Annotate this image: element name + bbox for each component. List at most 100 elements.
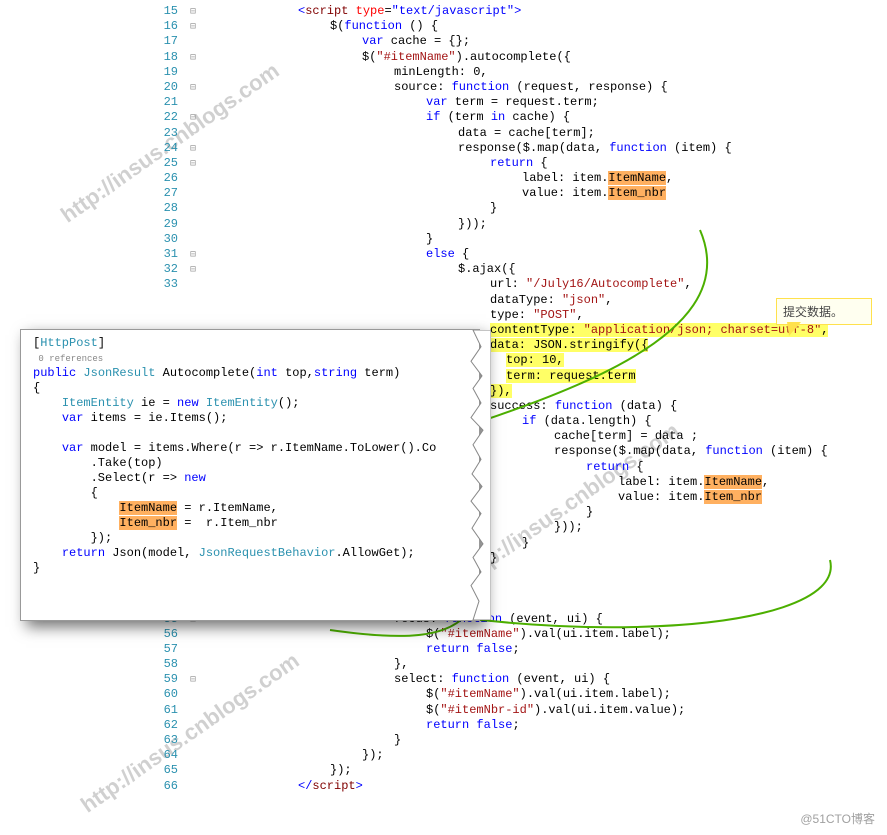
line-number: 61 xyxy=(140,703,184,718)
line-number: 32 xyxy=(140,262,184,277)
code-text[interactable]: type: "POST", xyxy=(202,308,584,323)
line-number: 30 xyxy=(140,232,184,247)
code-text[interactable]: </script> xyxy=(202,779,363,794)
code-line: 16⊟$(function () { xyxy=(0,19,887,34)
callout-text: 提交数据。 xyxy=(783,305,843,319)
line-number: 29 xyxy=(140,217,184,232)
line-number: 25 xyxy=(140,156,184,171)
code-line: 64}); xyxy=(0,748,887,763)
code-line: 65}); xyxy=(0,763,887,778)
line-number: 17 xyxy=(140,34,184,49)
code-text[interactable]: response($.map(data, function (item) { xyxy=(202,141,732,156)
code-line: 18⊟$("#itemName").autocomplete({ xyxy=(0,50,887,65)
code-text[interactable]: $("#itemName").val(ui.item.label); xyxy=(202,627,671,642)
fold-gutter[interactable]: ⊟ xyxy=(184,157,202,172)
code-text[interactable]: <script type="text/javascript"> xyxy=(202,4,521,19)
code-text[interactable]: return false; xyxy=(202,642,520,657)
code-line: 21var term = request.term; xyxy=(0,95,887,110)
code-line: 25⊟return { xyxy=(0,156,887,171)
line-number: 31 xyxy=(140,247,184,262)
popup-code-line: ItemName = r.ItemName, xyxy=(33,501,473,516)
line-number: 26 xyxy=(140,171,184,186)
code-line: 61 $("#itemNbr-id").val(ui.item.value); xyxy=(0,703,887,718)
code-line: 22⊟if (term in cache) { xyxy=(0,110,887,125)
line-number: 27 xyxy=(140,186,184,201)
code-line: 32⊟$.ajax({ xyxy=(0,262,887,277)
code-text[interactable]: }, xyxy=(202,657,408,672)
line-number: 56 xyxy=(140,627,184,642)
line-number: 58 xyxy=(140,657,184,672)
code-text[interactable]: source: function (request, response) { xyxy=(202,80,668,95)
fold-gutter[interactable]: ⊟ xyxy=(184,5,202,20)
code-text[interactable]: value: item.Item_nbr xyxy=(202,186,666,201)
popup-code-line: } xyxy=(33,561,473,576)
code-text[interactable]: $("#itemName").val(ui.item.label); xyxy=(202,687,671,702)
code-line: 59⊟select: function (event, ui) { xyxy=(0,672,887,687)
code-text[interactable]: data = cache[term]; xyxy=(202,126,595,141)
line-number: 60 xyxy=(140,687,184,702)
code-line: 15⊟<script type="text/javascript"> xyxy=(0,4,887,19)
code-line: 60 $("#itemName").val(ui.item.label); xyxy=(0,687,887,702)
popup-code-line: { xyxy=(33,381,473,396)
code-text[interactable]: if (term in cache) { xyxy=(202,110,570,125)
code-text[interactable]: $(function () { xyxy=(202,19,438,34)
code-text[interactable]: $("#itemName").autocomplete({ xyxy=(202,50,571,65)
fold-gutter[interactable]: ⊟ xyxy=(184,142,202,157)
code-text[interactable]: }); xyxy=(202,763,352,778)
code-text[interactable]: $.ajax({ xyxy=(202,262,516,277)
popup-code-line: .Select(r => new xyxy=(33,471,473,486)
popup-code-line: 0 references xyxy=(33,351,473,366)
fold-gutter[interactable]: ⊟ xyxy=(184,263,202,278)
code-text[interactable]: var cache = {}; xyxy=(202,34,470,49)
fold-gutter[interactable]: ⊟ xyxy=(184,81,202,96)
code-text[interactable]: return false; xyxy=(202,718,520,733)
code-text[interactable]: } xyxy=(202,201,497,216)
line-number: 66 xyxy=(140,779,184,794)
code-line: 57return false; xyxy=(0,642,887,657)
fold-gutter[interactable]: ⊟ xyxy=(184,20,202,35)
popup-code-line: }); xyxy=(33,531,473,546)
blog-attribution: @51CTO博客 xyxy=(800,810,875,827)
code-line: 56 $("#itemName").val(ui.item.label); xyxy=(0,627,887,642)
fold-gutter[interactable]: ⊟ xyxy=(184,673,202,688)
fold-gutter[interactable]: ⊟ xyxy=(184,248,202,263)
line-number: 65 xyxy=(140,763,184,778)
code-text[interactable]: select: function (event, ui) { xyxy=(202,672,610,687)
code-text[interactable]: else { xyxy=(202,247,469,262)
popup-code-line: { xyxy=(33,486,473,501)
code-line: dataType: "json", xyxy=(0,293,887,308)
line-number: 33 xyxy=(140,277,184,292)
line-number: 19 xyxy=(140,65,184,80)
popup-code-line: .Take(top) xyxy=(33,456,473,471)
line-number: 23 xyxy=(140,126,184,141)
code-text[interactable]: url: "/July16/Autocomplete", xyxy=(202,277,692,292)
line-number: 64 xyxy=(140,748,184,763)
code-text[interactable]: dataType: "json", xyxy=(202,293,612,308)
code-text[interactable]: }); xyxy=(202,748,384,763)
popup-code-line: [HttpPost] xyxy=(33,336,473,351)
code-line: 66 </script> xyxy=(0,779,887,794)
line-number: 62 xyxy=(140,718,184,733)
code-line: 33 url: "/July16/Autocomplete", xyxy=(0,277,887,292)
code-text[interactable]: minLength: 0, xyxy=(202,65,488,80)
code-text[interactable]: label: item.ItemName, xyxy=(202,171,673,186)
code-line: 26 label: item.ItemName, xyxy=(0,171,887,186)
line-number: 18 xyxy=(140,50,184,65)
code-text[interactable]: var term = request.term; xyxy=(202,95,599,110)
line-number: 28 xyxy=(140,201,184,216)
code-text[interactable]: return { xyxy=(202,156,548,171)
code-text[interactable]: } xyxy=(202,232,433,247)
code-line: 20⊟source: function (request, response) … xyxy=(0,80,887,95)
popup-code-line xyxy=(33,426,473,441)
line-number: 16 xyxy=(140,19,184,34)
line-number: 15 xyxy=(140,4,184,19)
popup-code-line: ItemEntity ie = new ItemEntity(); xyxy=(33,396,473,411)
code-text[interactable]: $("#itemNbr-id").val(ui.item.value); xyxy=(202,703,685,718)
code-text[interactable]: } xyxy=(202,733,401,748)
code-line: 30} xyxy=(0,232,887,247)
code-line: 19 minLength: 0, xyxy=(0,65,887,80)
fold-gutter[interactable]: ⊟ xyxy=(184,51,202,66)
popup-code-line: return Json(model, JsonRequestBehavior.A… xyxy=(33,546,473,561)
fold-gutter[interactable]: ⊟ xyxy=(184,111,202,126)
code-text[interactable]: })); xyxy=(202,217,487,232)
